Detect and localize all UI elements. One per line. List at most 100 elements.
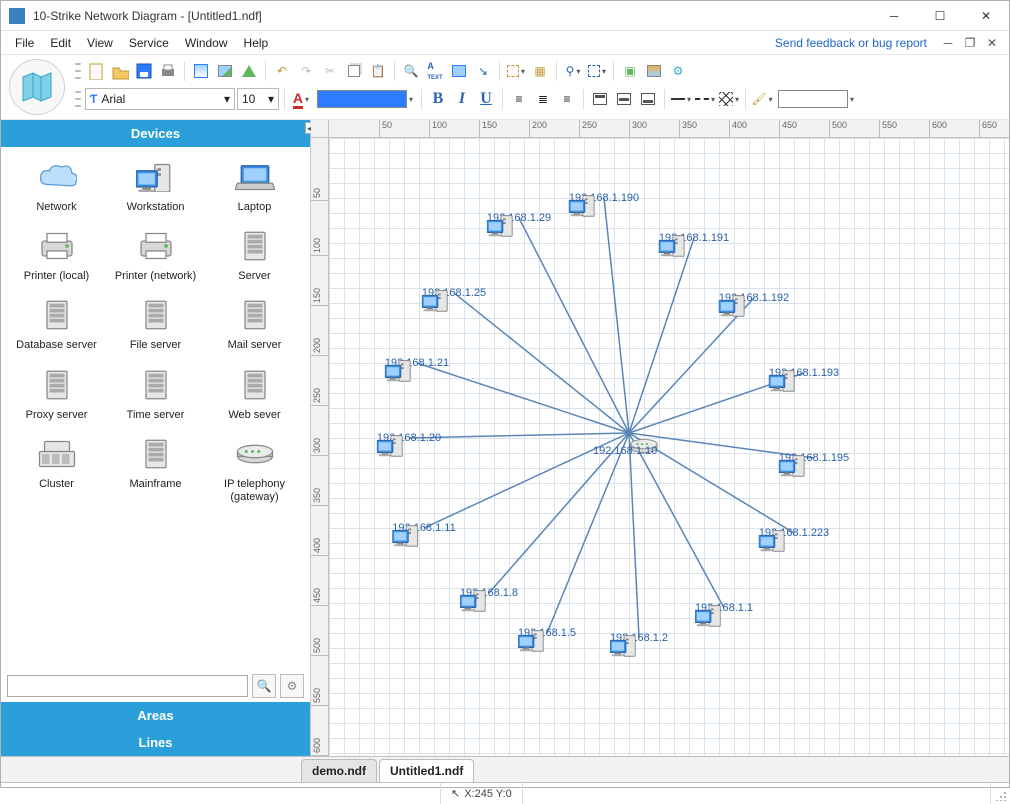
device-item[interactable]: Printer (network) bbox=[108, 226, 203, 283]
insert-image-button[interactable] bbox=[448, 60, 470, 82]
section-header-devices[interactable]: Devices bbox=[1, 120, 310, 147]
shape-button[interactable] bbox=[238, 60, 260, 82]
bold-button[interactable]: B bbox=[427, 88, 449, 110]
link-line[interactable] bbox=[454, 293, 629, 433]
diagram-node[interactable]: 192.168.1.192 bbox=[719, 292, 789, 304]
map-button[interactable] bbox=[9, 59, 65, 115]
hatch-button[interactable]: ▾ bbox=[718, 88, 740, 110]
copy-button[interactable] bbox=[343, 60, 365, 82]
device-item[interactable]: File server bbox=[108, 295, 203, 352]
diagram-canvas[interactable]: 192.168.1.10192.168.1.190192.168.1.29192… bbox=[329, 138, 1009, 756]
paste-button[interactable]: 📋 bbox=[367, 60, 389, 82]
section-header-areas[interactable]: Areas bbox=[1, 702, 310, 729]
diagram-node[interactable]: 192.168.1.21 bbox=[385, 357, 449, 369]
settings-button[interactable]: ⚙ bbox=[667, 60, 689, 82]
device-item[interactable]: Mainframe bbox=[108, 434, 203, 504]
fill-tool-button[interactable]: 🖌▾ bbox=[751, 88, 773, 110]
section-header-lines[interactable]: Lines bbox=[1, 729, 310, 756]
menu-file[interactable]: File bbox=[7, 33, 42, 53]
minimize-button[interactable]: ─ bbox=[871, 1, 917, 31]
find-button[interactable]: 🔍 bbox=[400, 60, 422, 82]
device-item[interactable]: Server bbox=[207, 226, 302, 283]
menu-view[interactable]: View bbox=[79, 33, 121, 53]
align-center-button[interactable]: ≣ bbox=[532, 88, 554, 110]
link-line[interactable] bbox=[629, 298, 754, 433]
menu-service[interactable]: Service bbox=[121, 33, 177, 53]
mdi-minimize-button[interactable]: ─ bbox=[938, 34, 958, 52]
diagram-node[interactable]: 192.168.1.5 bbox=[518, 627, 576, 639]
picture-button[interactable] bbox=[214, 60, 236, 82]
device-item[interactable]: Mail server bbox=[207, 295, 302, 352]
group-button[interactable]: ▾ bbox=[505, 60, 527, 82]
diagram-node[interactable]: 192.168.1.223 bbox=[759, 527, 829, 539]
diagram-node[interactable]: 192.168.1.25 bbox=[422, 287, 486, 299]
device-item[interactable]: Database server bbox=[9, 295, 104, 352]
diagram-node[interactable]: 192.168.1.190 bbox=[569, 192, 639, 204]
link-line[interactable] bbox=[629, 238, 694, 433]
link-line[interactable] bbox=[547, 433, 629, 633]
close-button[interactable]: ✕ bbox=[963, 1, 1009, 31]
diagram-node[interactable]: 192.168.1.20 bbox=[377, 432, 441, 444]
device-item[interactable]: Proxy server bbox=[9, 365, 104, 422]
link-line[interactable] bbox=[604, 198, 629, 433]
diagram-node[interactable]: 192.168.1.193 bbox=[769, 367, 839, 379]
menu-help[interactable]: Help bbox=[236, 33, 277, 53]
fill-color-button[interactable]: ▾ bbox=[314, 88, 416, 110]
link-line[interactable] bbox=[409, 433, 629, 438]
align-left-button[interactable]: ≡ bbox=[508, 88, 530, 110]
link-line[interactable] bbox=[629, 433, 639, 638]
feedback-link[interactable]: Send feedback or bug report bbox=[775, 36, 927, 50]
italic-button[interactable]: I bbox=[451, 88, 473, 110]
diagram-node[interactable]: 192.168.1.11 bbox=[392, 522, 455, 534]
scan-button[interactable]: ⚲▾ bbox=[562, 60, 584, 82]
device-item[interactable]: Time server bbox=[108, 365, 203, 422]
diagram-node[interactable]: 192.168.1.1 bbox=[695, 602, 753, 614]
cut-button[interactable]: ✂ bbox=[319, 60, 341, 82]
device-item[interactable]: Printer (local) bbox=[9, 226, 104, 283]
align-right-button[interactable]: ≡ bbox=[556, 88, 578, 110]
diagram-node[interactable]: 192.168.1.2 bbox=[610, 632, 668, 644]
undo-button[interactable]: ↶ bbox=[271, 60, 293, 82]
diagram-node[interactable]: 192.168.1.195 bbox=[779, 452, 849, 464]
device-settings-button[interactable]: ⚙ bbox=[280, 674, 304, 698]
link-tool-button[interactable]: ↘ bbox=[472, 60, 494, 82]
menu-edit[interactable]: Edit bbox=[42, 33, 79, 53]
net-tool-button[interactable]: ▣ bbox=[619, 60, 641, 82]
link-line[interactable] bbox=[629, 433, 724, 608]
save-button[interactable] bbox=[133, 60, 155, 82]
text-tool-button[interactable]: ATEXT bbox=[424, 60, 446, 82]
device-search-button[interactable]: 🔍 bbox=[252, 674, 276, 698]
menu-window[interactable]: Window bbox=[177, 33, 236, 53]
photo-tool-button[interactable] bbox=[643, 60, 665, 82]
link-line[interactable] bbox=[489, 433, 629, 593]
underline-button[interactable]: U bbox=[475, 88, 497, 110]
ungroup-button[interactable]: ▦ bbox=[529, 60, 551, 82]
diagram-node[interactable]: 192.168.1.29 bbox=[487, 212, 551, 224]
mdi-restore-button[interactable]: ❐ bbox=[960, 34, 980, 52]
document-tab[interactable]: demo.ndf bbox=[301, 759, 377, 782]
diagram-node[interactable]: 192.168.1.8 bbox=[460, 587, 518, 599]
line-style-button[interactable]: ▾ bbox=[694, 88, 716, 110]
device-item[interactable]: IP telephony (gateway) bbox=[207, 434, 302, 504]
line-width-button[interactable]: ▾ bbox=[670, 88, 692, 110]
device-search-input[interactable] bbox=[7, 675, 248, 697]
device-item[interactable]: Web sever bbox=[207, 365, 302, 422]
open-button[interactable] bbox=[109, 60, 131, 82]
font-name-combo[interactable]: Ƭ Arial ▾ bbox=[85, 88, 235, 110]
link-line[interactable] bbox=[417, 363, 629, 433]
device-item[interactable]: Laptop bbox=[207, 157, 302, 214]
device-item[interactable]: Network bbox=[9, 157, 104, 214]
export-image-button[interactable] bbox=[190, 60, 212, 82]
link-line[interactable] bbox=[519, 218, 629, 433]
font-color-button[interactable]: A▾ bbox=[290, 88, 312, 110]
valign-bottom-button[interactable] bbox=[637, 88, 659, 110]
document-tab[interactable]: Untitled1.ndf bbox=[379, 759, 474, 782]
layout-button[interactable]: ▾ bbox=[586, 60, 608, 82]
valign-middle-button[interactable] bbox=[613, 88, 635, 110]
new-button[interactable] bbox=[85, 60, 107, 82]
valign-top-button[interactable] bbox=[589, 88, 611, 110]
font-size-combo[interactable]: 10 ▾ bbox=[237, 88, 279, 110]
resize-grip[interactable] bbox=[991, 785, 1009, 803]
diagram-node[interactable]: 192.168.1.191 bbox=[659, 232, 729, 244]
device-item[interactable]: Cluster bbox=[9, 434, 104, 504]
